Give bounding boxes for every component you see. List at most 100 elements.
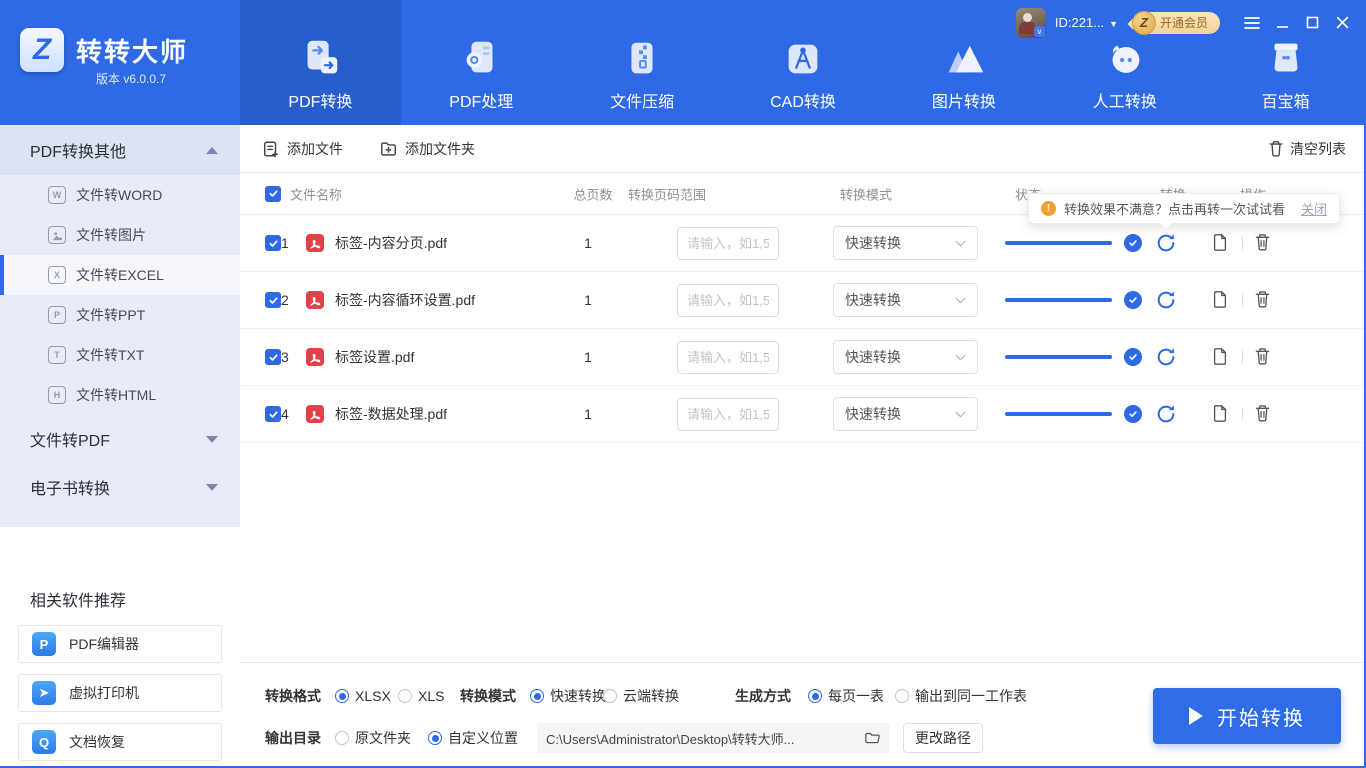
start-convert-button[interactable]: 开始转换	[1153, 688, 1341, 744]
app-version: 版本 v6.0.0.7	[96, 72, 167, 86]
radio-icon[interactable]	[398, 689, 412, 703]
radio-icon[interactable]	[335, 731, 349, 745]
status-done-icon	[1124, 348, 1142, 366]
sidebar-section-pdf-convert-other[interactable]: PDF转换其他	[0, 125, 240, 175]
maximize-icon[interactable]	[1302, 13, 1322, 33]
add-folder-button[interactable]: 添加文件夹	[379, 139, 475, 159]
progress-bar	[1005, 298, 1112, 302]
nav-tab-label: PDF处理	[449, 94, 514, 111]
retry-convert-icon[interactable]	[1155, 346, 1177, 368]
col-header-mode: 转换模式	[840, 187, 893, 202]
browse-folder-icon[interactable]	[864, 731, 881, 746]
radio-selected-icon[interactable]	[530, 689, 544, 703]
radio-selected-icon[interactable]	[335, 689, 349, 703]
delete-file-icon[interactable]	[1254, 347, 1274, 367]
nav-tab-file-compress[interactable]: 文件压缩	[562, 0, 723, 125]
nav-tab-cad-convert[interactable]: CAD转换	[723, 0, 884, 125]
open-file-icon[interactable]	[1211, 290, 1231, 310]
vip-upgrade-badge[interactable]: Z 开通会员	[1127, 10, 1220, 35]
page-count: 1	[584, 235, 592, 251]
open-file-icon[interactable]	[1211, 347, 1231, 367]
sidebar-item-to-txt[interactable]: T 文件转TXT	[0, 335, 240, 375]
retry-convert-icon[interactable]	[1155, 289, 1177, 311]
radio-output-custom[interactable]: 自定义位置	[428, 728, 518, 748]
app-logo-icon: Z	[20, 28, 64, 72]
row-checkbox[interactable]	[265, 406, 281, 422]
sidebar-item-to-word[interactable]: W 文件转WORD	[0, 175, 240, 215]
retry-convert-icon[interactable]	[1155, 232, 1177, 254]
row-checkbox[interactable]	[265, 235, 281, 251]
open-file-icon[interactable]	[1211, 233, 1231, 253]
radio-label: 输出到同一工作表	[915, 688, 1027, 704]
radio-selected-icon[interactable]	[428, 731, 442, 745]
sidebar-item-to-html[interactable]: H 文件转HTML	[0, 375, 240, 415]
retry-tooltip: ! 转换效果不满意？点击再转一次试试看 关闭	[1028, 193, 1341, 224]
expand-arrow-icon	[206, 483, 218, 491]
menu-icon[interactable]	[1242, 13, 1262, 33]
recommend-doc-recovery[interactable]: Q 文档恢复	[18, 723, 222, 761]
clear-list-button[interactable]: 清空列表	[1268, 139, 1346, 159]
page-range-input[interactable]	[677, 226, 779, 260]
radio-icon[interactable]	[895, 689, 909, 703]
file-compress-icon	[631, 42, 653, 74]
sidebar-section-file-to-pdf[interactable]: 文件转PDF	[0, 415, 240, 463]
col-header-pages: 总页数	[573, 187, 613, 202]
avatar[interactable]: v	[1015, 7, 1046, 38]
recommend-virtual-printer[interactable]: ➤ 虚拟打印机	[18, 674, 222, 712]
mode-select[interactable]: 快速转换	[833, 283, 978, 317]
row-index: 3	[281, 349, 289, 365]
page-range-input[interactable]	[677, 340, 779, 374]
titlebar: v ID:221... ▼ Z 开通会员	[1015, 0, 1366, 45]
radio-format-xlsx[interactable]: XLSX	[335, 688, 391, 704]
delete-file-icon[interactable]	[1254, 290, 1274, 310]
retry-convert-icon[interactable]	[1155, 403, 1177, 425]
clear-list-label: 清空列表	[1290, 140, 1346, 157]
add-file-button[interactable]: 添加文件	[262, 139, 343, 159]
recommend-pdf-editor[interactable]: P PDF编辑器	[18, 625, 222, 663]
user-id[interactable]: ID:221...	[1055, 15, 1104, 30]
change-path-button[interactable]: 更改路径	[903, 723, 983, 753]
radio-selected-icon[interactable]	[808, 689, 822, 703]
format-label: 转换格式	[265, 688, 321, 704]
page-range-input[interactable]	[677, 397, 779, 431]
progress-bar	[1005, 355, 1112, 359]
open-file-icon[interactable]	[1211, 404, 1231, 424]
row-checkbox[interactable]	[265, 292, 281, 308]
page-range-input[interactable]	[677, 283, 779, 317]
radio-format-xls[interactable]: XLS	[398, 688, 444, 704]
pdf-file-icon	[306, 291, 324, 309]
mode-select[interactable]: 快速转换	[833, 397, 978, 431]
trash-icon	[1269, 141, 1283, 157]
radio-mode-cloud[interactable]: 云端转换	[603, 686, 679, 706]
output-path-field[interactable]: C:\Users\Administrator\Desktop\转转大师...	[537, 723, 890, 753]
app-header: Z 转转大师 版本 v6.0.0.7 PDF转换 PDF处理 文件压缩 CAD转…	[0, 0, 1366, 125]
select-all-checkbox[interactable]	[265, 185, 281, 202]
radio-icon[interactable]	[603, 689, 617, 703]
radio-gen-single-sheet[interactable]: 输出到同一工作表	[895, 686, 1027, 706]
minimize-icon[interactable]	[1272, 13, 1292, 33]
mode-select[interactable]: 快速转换	[833, 226, 978, 260]
sidebar-section-ebook-convert[interactable]: 电子书转换	[0, 463, 240, 511]
nav-tab-pdf-process[interactable]: PDF处理	[401, 0, 562, 125]
nav-tab-pdf-convert[interactable]: PDF转换	[240, 0, 401, 125]
row-checkbox[interactable]	[265, 349, 281, 365]
sidebar-item-to-ppt[interactable]: P 文件转PPT	[0, 295, 240, 335]
close-icon[interactable]	[1332, 13, 1352, 33]
sidebar-item-to-image[interactable]: 文件转图片	[0, 215, 240, 255]
radio-output-source-folder[interactable]: 原文件夹	[335, 728, 411, 748]
user-dropdown-caret-icon[interactable]: ▼	[1109, 19, 1118, 29]
output-dir-label: 输出目录	[265, 730, 321, 746]
radio-mode-fast[interactable]: 快速转换	[530, 686, 606, 706]
radio-gen-per-page[interactable]: 每页一表	[808, 686, 884, 706]
nav-tab-label: 百宝箱	[1261, 94, 1310, 111]
delete-file-icon[interactable]	[1254, 233, 1274, 253]
tooltip-close-link[interactable]: 关闭	[1301, 199, 1327, 218]
col-header-name: 文件名称	[290, 187, 343, 202]
mode-select[interactable]: 快速转换	[833, 340, 978, 374]
mode-select-value: 快速转换	[845, 349, 901, 365]
file-name: 标签-内容分页.pdf	[335, 235, 448, 251]
status-done-icon	[1124, 291, 1142, 309]
delete-file-icon[interactable]	[1254, 404, 1274, 424]
chevron-down-icon	[955, 354, 966, 360]
sidebar-item-to-excel[interactable]: X 文件转EXCEL	[0, 255, 240, 295]
